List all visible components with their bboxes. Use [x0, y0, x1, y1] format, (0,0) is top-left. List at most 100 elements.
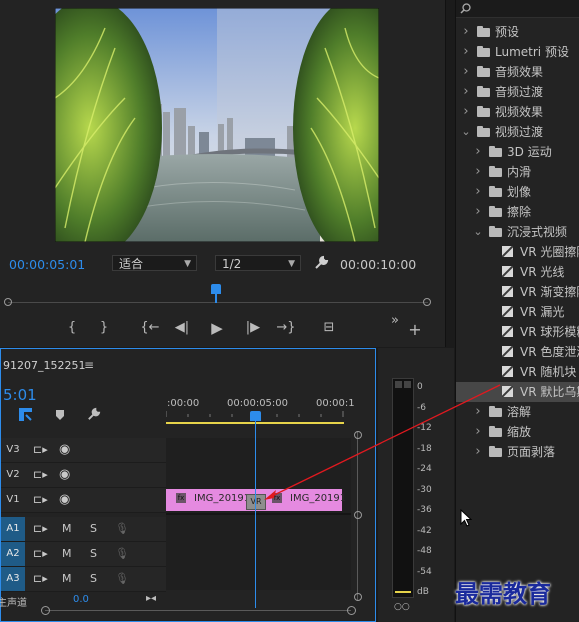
go-to-out-button[interactable]: →} [273, 320, 299, 335]
folder-item[interactable]: › 缩放 [456, 422, 579, 442]
chevron-right-icon[interactable]: › [461, 82, 471, 102]
meter-clip-indicator[interactable] [395, 381, 402, 388]
timeline-timecode[interactable]: 5:01 [3, 386, 37, 404]
current-timecode[interactable]: 00:00:05:01 [9, 257, 85, 272]
folder-item[interactable]: › 划像 [456, 182, 579, 202]
timeline-playhead[interactable] [250, 411, 261, 421]
video-clip-1[interactable]: fx IMG_20191 [166, 489, 256, 511]
mute-button[interactable]: M [62, 517, 72, 541]
vr-transition[interactable]: VR [246, 494, 266, 510]
chevron-right-icon[interactable]: › [461, 42, 471, 62]
effect-item[interactable]: VR 光圈擦除 [456, 242, 579, 262]
timeline-horizontal-scrollbar[interactable] [45, 610, 351, 611]
settings-wrench-icon[interactable] [86, 407, 101, 422]
microphone-icon[interactable]: 🎙 [115, 517, 129, 541]
solo-button[interactable]: S [90, 567, 97, 591]
more-controls-icon[interactable]: » [384, 313, 406, 328]
film-icon[interactable]: ⊏▸ [33, 567, 48, 591]
snap-icon[interactable] [18, 407, 33, 422]
folder-item[interactable]: › 擦除 [456, 202, 579, 222]
track-label[interactable]: V1 [1, 488, 25, 512]
scrubber-track[interactable] [8, 302, 428, 303]
mute-button[interactable]: M [62, 542, 72, 566]
go-to-end-icon[interactable]: ▸◂ [146, 593, 156, 604]
effect-item[interactable]: VR 随机块 [456, 362, 579, 382]
folder-item[interactable]: ⌄ 视频过渡 [456, 122, 579, 142]
microphone-icon[interactable]: 🎙 [115, 542, 129, 566]
meter-solo-buttons[interactable]: ○○ [394, 602, 410, 612]
scrubber-end-handle[interactable] [423, 298, 431, 306]
effect-item[interactable]: VR 渐变擦除 [456, 282, 579, 302]
effect-item[interactable]: VR 默比乌斯缩放 [456, 382, 579, 402]
microphone-icon[interactable]: 🎙 [115, 567, 129, 591]
hscroll-handle-right[interactable] [347, 606, 356, 615]
marker-icon[interactable] [54, 409, 66, 421]
film-icon[interactable]: ⊏▸ [33, 488, 48, 512]
solo-button[interactable]: S [90, 517, 97, 541]
mark-out-button[interactable]: } [93, 320, 115, 335]
track-v3[interactable]: V3 ⊏▸ ◉ [1, 438, 166, 463]
effect-item[interactable]: VR 漏光 [456, 302, 579, 322]
resolution-dropdown[interactable]: 1/2 ▼ [215, 255, 301, 271]
folder-item[interactable]: ⌄ 沉浸式视频 [456, 222, 579, 242]
play-button[interactable]: ▶ [206, 319, 228, 337]
mark-in-button[interactable]: { [61, 320, 83, 335]
export-frame-button[interactable]: ⊟ [318, 320, 340, 335]
track-label[interactable]: V2 [1, 463, 25, 487]
go-to-in-button[interactable]: {← [137, 320, 163, 335]
track-label[interactable]: A2 [1, 542, 25, 566]
track-label[interactable]: A1 [1, 517, 25, 541]
chevron-right-icon[interactable]: › [473, 422, 483, 442]
folder-item[interactable]: › 溶解 [456, 402, 579, 422]
chevron-down-icon[interactable]: ⌄ [473, 222, 483, 242]
folder-item[interactable]: › 3D 运动 [456, 142, 579, 162]
scroll-handle-top[interactable] [354, 431, 362, 439]
track-label[interactable]: V3 [1, 438, 25, 462]
track-v2[interactable]: V2 ⊏▸ ◉ [1, 463, 166, 488]
film-icon[interactable]: ⊏▸ [33, 517, 48, 541]
chevron-right-icon[interactable]: › [461, 102, 471, 122]
sequence-tab[interactable]: 91207_152251 [3, 359, 85, 372]
chevron-right-icon[interactable]: › [461, 62, 471, 82]
step-back-button[interactable]: ◀| [171, 320, 193, 335]
track-label[interactable]: A3 [1, 567, 25, 591]
master-volume[interactable]: 0.0 [73, 594, 89, 605]
track-a3[interactable]: A3 ⊏▸ M S 🎙 [1, 567, 166, 592]
effects-search-input[interactable] [456, 0, 579, 18]
chevron-right-icon[interactable]: › [473, 142, 483, 162]
film-icon[interactable]: ⊏▸ [33, 463, 48, 487]
solo-button[interactable]: S [90, 542, 97, 566]
effect-item[interactable]: VR 色度泄漏 [456, 342, 579, 362]
folder-item[interactable]: › 页面剥落 [456, 442, 579, 462]
add-button[interactable]: + [404, 320, 426, 339]
scrubber-start-handle[interactable] [4, 298, 12, 306]
folder-item[interactable]: › 视频效果 [456, 102, 579, 122]
folder-item[interactable]: › 音频效果 [456, 62, 579, 82]
film-icon[interactable]: ⊏▸ [33, 438, 48, 462]
meter-clip-indicator[interactable] [404, 381, 411, 388]
video-clip-2[interactable]: fx IMG_20191 [256, 489, 346, 511]
chevron-down-icon[interactable]: ⌄ [461, 122, 471, 142]
film-icon[interactable]: ⊏▸ [33, 542, 48, 566]
eye-icon[interactable]: ◉ [59, 488, 70, 512]
track-v1[interactable]: V1 ⊏▸ ◉ [1, 488, 166, 513]
scroll-handle-bottom[interactable] [354, 593, 362, 601]
chevron-right-icon[interactable]: › [473, 162, 483, 182]
chevron-right-icon[interactable]: › [473, 402, 483, 422]
step-forward-button[interactable]: |▶ [242, 320, 264, 335]
chevron-right-icon[interactable]: › [461, 22, 471, 42]
scroll-handle-mid[interactable] [354, 511, 362, 519]
eye-icon[interactable]: ◉ [59, 438, 70, 462]
chevron-right-icon[interactable]: › [473, 182, 483, 202]
wrench-icon[interactable] [313, 255, 329, 271]
eye-icon[interactable]: ◉ [59, 463, 70, 487]
folder-item[interactable]: › 预设 [456, 22, 579, 42]
folder-item[interactable]: › 内滑 [456, 162, 579, 182]
folder-item[interactable]: › Lumetri 预设 [456, 42, 579, 62]
track-a2[interactable]: A2 ⊏▸ M S 🎙 [1, 542, 166, 567]
menu-icon[interactable]: ≡ [84, 358, 94, 372]
folder-item[interactable]: › 音频过渡 [456, 82, 579, 102]
track-a1[interactable]: A1 ⊏▸ M S 🎙 [1, 517, 166, 542]
fit-dropdown[interactable]: 适合 ▼ [112, 255, 197, 271]
effect-item[interactable]: VR 球形模糊 [456, 322, 579, 342]
